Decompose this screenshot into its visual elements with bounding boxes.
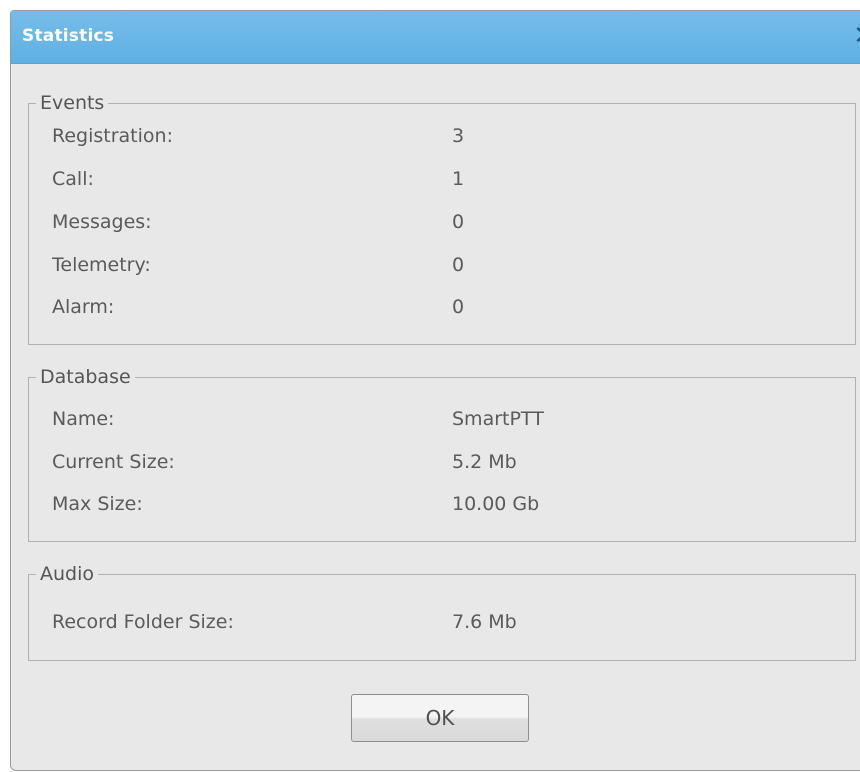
record-folder-size-label: Record Folder Size: xyxy=(52,611,234,633)
events-legend: Events xyxy=(40,92,105,114)
db-max-size-value: 10.00 Gb xyxy=(452,493,540,515)
ok-button[interactable]: OK xyxy=(351,694,529,742)
db-name-label: Name: xyxy=(52,408,115,430)
telemetry-label: Telemetry: xyxy=(52,254,151,276)
database-legend: Database xyxy=(40,366,131,388)
db-max-size-label: Max Size: xyxy=(52,493,143,515)
dialog-title: Statistics xyxy=(22,26,115,46)
db-name-value: SmartPTT xyxy=(452,408,544,430)
messages-label: Messages: xyxy=(52,211,152,233)
registration-label: Registration: xyxy=(52,125,173,147)
call-label: Call: xyxy=(52,168,94,190)
title-bar: Statistics ✕ xyxy=(11,11,860,64)
record-folder-size-value: 7.6 Mb xyxy=(452,611,517,633)
alarm-label: Alarm: xyxy=(52,296,115,318)
audio-legend: Audio xyxy=(40,563,95,585)
messages-value: 0 xyxy=(452,211,465,233)
close-icon[interactable]: ✕ xyxy=(849,21,860,51)
alarm-value: 0 xyxy=(452,296,465,318)
telemetry-value: 0 xyxy=(452,254,465,276)
db-current-size-label: Current Size: xyxy=(52,451,175,473)
statistics-dialog: Statistics ✕ Events Registration: 3 Call… xyxy=(10,10,860,771)
db-current-size-value: 5.2 Mb xyxy=(452,451,517,473)
registration-value: 3 xyxy=(452,125,465,147)
call-value: 1 xyxy=(452,168,465,190)
